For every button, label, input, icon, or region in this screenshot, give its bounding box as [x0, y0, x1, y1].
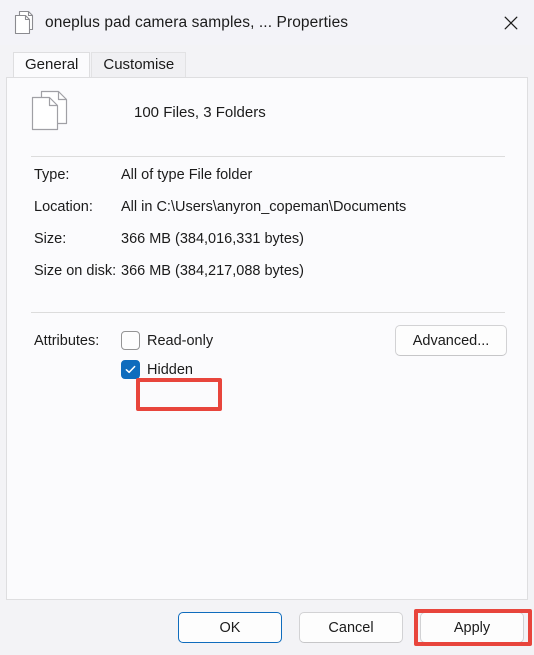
property-label: Location: [34, 199, 93, 215]
property-label: Size: [34, 231, 67, 247]
property-row-size: Size: 366 MB (384,016,331 bytes) [7, 231, 527, 263]
attributes-label: Attributes: [34, 332, 100, 349]
close-icon[interactable] [488, 0, 534, 45]
window-title: oneplus pad camera samples, ... Properti… [45, 13, 349, 31]
property-value: 366 MB (384,217,088 bytes) [121, 263, 304, 279]
read-only-label: Read-only [147, 332, 214, 349]
property-label: Size on disk: [34, 263, 117, 279]
property-row-size-on-disk: Size on disk: 366 MB (384,217,088 bytes) [7, 263, 527, 295]
property-row-location: Location: All in C:\Users\anyron_copeman… [7, 199, 527, 231]
title-bar: oneplus pad camera samples, ... Properti… [0, 0, 534, 45]
general-tab-panel: 100 Files, 3 Folders Type: All of type F… [6, 77, 528, 600]
property-value: All of type File folder [121, 167, 253, 183]
properties-dialog: oneplus pad camera samples, ... Properti… [0, 0, 534, 655]
checkbox-box-unchecked [121, 331, 140, 350]
hidden-checkbox[interactable]: Hidden [121, 360, 193, 379]
property-row-type: Type: All of type File folder [7, 167, 527, 199]
property-value: 366 MB (384,016,331 bytes) [121, 231, 304, 247]
hidden-label: Hidden [147, 361, 193, 378]
attributes-section: Attributes: Read-only Hidden Advanced... [7, 313, 527, 384]
apply-button[interactable]: Apply [420, 612, 524, 643]
attributes-row-hidden: Hidden [7, 355, 527, 384]
read-only-checkbox[interactable]: Read-only [121, 331, 213, 350]
tab-general[interactable]: General [13, 52, 91, 77]
cancel-button[interactable]: Cancel [299, 612, 403, 643]
ok-button[interactable]: OK [178, 612, 282, 643]
property-rows: Type: All of type File folder Location: … [7, 157, 527, 295]
property-value: All in C:\Users\anyron_copeman\Documents [121, 199, 407, 215]
tab-customise[interactable]: Customise [91, 52, 187, 77]
documents-stack-icon [13, 10, 35, 36]
item-count-label: 100 Files, 3 Folders [134, 103, 266, 121]
property-label: Type: [34, 167, 70, 183]
advanced-button[interactable]: Advanced... [395, 325, 507, 356]
folder-summary-row: 100 Files, 3 Folders [7, 78, 527, 138]
dialog-footer: OK Cancel Apply [0, 600, 534, 655]
checkbox-box-checked [121, 360, 140, 379]
tab-strip: General Customise [0, 45, 534, 77]
documents-stack-icon [28, 89, 72, 135]
